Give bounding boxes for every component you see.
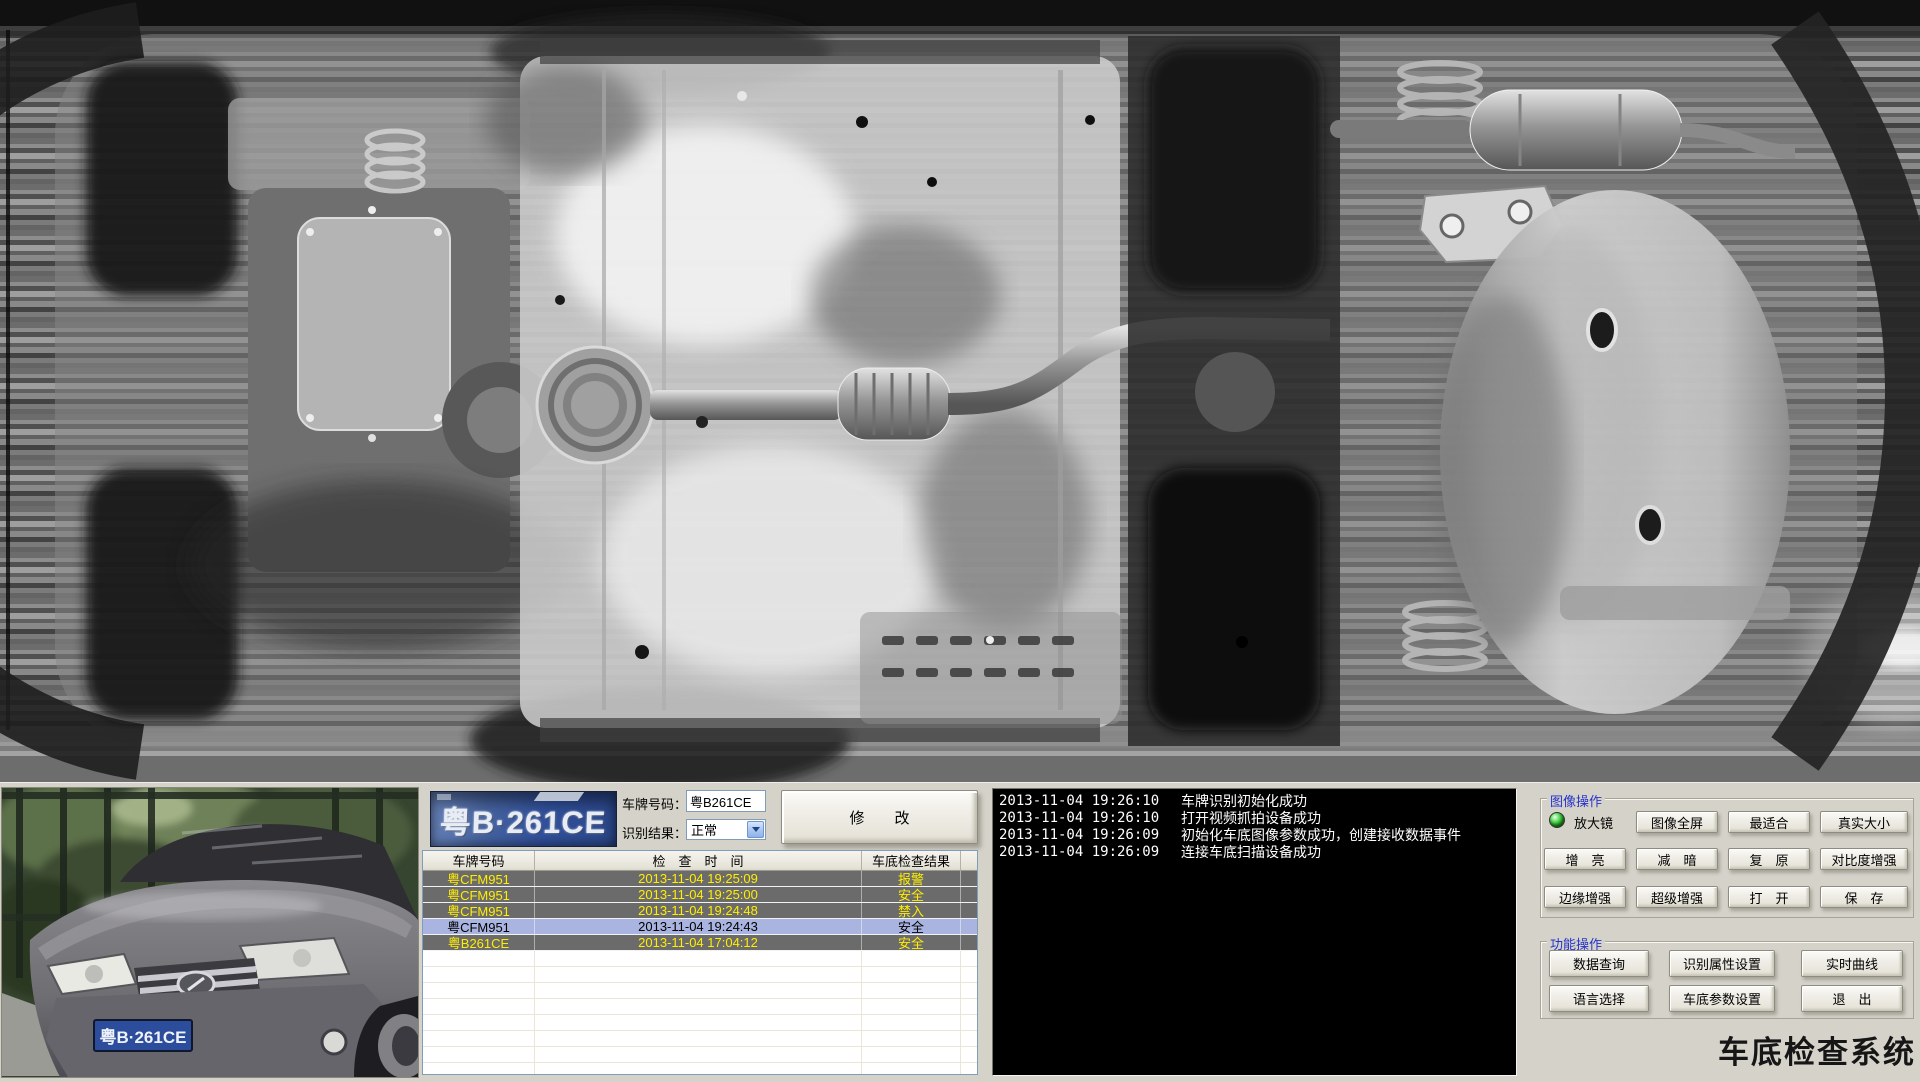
log-line: 2013-11-04 19:26:10 车牌识别初始化成功 — [999, 793, 1510, 810]
language-select-button[interactable]: 语言选择 — [1549, 985, 1649, 1012]
log-line: 2013-11-04 19:26:09 初始化车底图像参数成功，创建接收数据事件 — [999, 827, 1510, 844]
super-enhance-button[interactable]: 超级增强 — [1636, 886, 1718, 908]
plate-crop-text: 粤B·261CE — [439, 804, 608, 840]
open-button[interactable]: 打 开 — [1728, 886, 1810, 908]
table-row[interactable]: 粤CFM951 2013-11-04 19:25:00 安全 — [423, 887, 977, 903]
scan-graphic — [0, 0, 1920, 782]
vehicle-photo-graphic: 粤B·261CE — [0, 778, 430, 1078]
cell-extra — [961, 935, 977, 950]
photo-plate-text: 粤B·261CE — [100, 1027, 187, 1047]
image-operations-group: 图像操作 放大镜 图像全屏 最适合 真实大小 增 亮 减 暗 复 原 对比度增强… — [1540, 791, 1914, 918]
cell-result: 安全 — [862, 935, 961, 950]
edge-enhance-button[interactable]: 边缘增强 — [1544, 886, 1626, 908]
bottom-control-panel: 粤B·261CE 粤B·261CE 车牌号码： 识别结果： 正常 修 改 车牌号… — [0, 778, 1920, 1080]
cell-plate: 粤B261CE — [423, 935, 535, 950]
cell-plate: 粤CFM951 — [423, 919, 535, 934]
log-message: 初始化车底图像参数成功，创建接收数据事件 — [1181, 827, 1461, 843]
system-title: 车底检查系统 — [1718, 1035, 1916, 1070]
realtime-curve-button[interactable]: 实时曲线 — [1801, 950, 1903, 977]
cell-extra — [961, 887, 977, 902]
magnifier-led-icon[interactable] — [1549, 812, 1565, 828]
brighten-button[interactable]: 增 亮 — [1544, 848, 1626, 870]
col-header-time: 检 查 时 间 — [535, 851, 862, 871]
cell-result: 报警 — [862, 871, 961, 886]
undercarriage-inspection-app: 粤B·261CE 粤B·261CE 车牌号码： 识别结果： 正常 修 改 车牌号… — [0, 0, 1920, 1080]
system-log-console[interactable]: 2013-11-04 19:26:10 车牌识别初始化成功 2013-11-04… — [992, 788, 1517, 1076]
cell-result: 安全 — [862, 887, 961, 902]
recognition-settings-button[interactable]: 识别属性设置 — [1669, 950, 1775, 977]
table-row-selected[interactable]: 粤CFM951 2013-11-04 19:24:43 安全 — [423, 919, 977, 935]
actual-size-button[interactable]: 真实大小 — [1820, 811, 1908, 833]
log-time: 2013-11-04 19:26:10 — [999, 793, 1160, 809]
modify-button[interactable]: 修 改 — [781, 790, 978, 844]
save-button[interactable]: 保 存 — [1820, 886, 1908, 908]
log-time: 2013-11-04 19:26:10 — [999, 810, 1160, 826]
col-header-extra — [961, 851, 977, 871]
chassis-params-button[interactable]: 车底参数设置 — [1669, 985, 1775, 1012]
table-row[interactable]: 粤CFM951 2013-11-04 19:24:48 禁入 — [423, 903, 977, 919]
cell-time: 2013-11-04 19:24:43 — [535, 919, 862, 934]
image-operations-label: 图像操作 — [1547, 791, 1606, 810]
cell-time: 2013-11-04 19:25:00 — [535, 887, 862, 902]
cell-time: 2013-11-04 19:25:09 — [535, 871, 862, 886]
recognition-result-label: 识别结果： — [622, 826, 688, 841]
darken-button[interactable]: 减 暗 — [1636, 848, 1718, 870]
col-header-result: 车底检查结果 — [862, 851, 961, 871]
log-time: 2013-11-04 19:26:09 — [999, 827, 1160, 843]
function-operations-group: 功能操作 数据查询 识别属性设置 实时曲线 语言选择 车底参数设置 退 出 — [1540, 934, 1914, 1019]
cell-result: 禁入 — [862, 903, 961, 918]
exit-button[interactable]: 退 出 — [1801, 985, 1903, 1012]
dropdown-arrow-icon[interactable] — [747, 821, 764, 838]
table-row[interactable]: 粤B261CE 2013-11-04 17:04:12 安全 — [423, 935, 977, 951]
recognition-result-select[interactable]: 正常 — [686, 819, 766, 840]
table-empty-area — [423, 951, 977, 1074]
log-line: 2013-11-04 19:26:10 打开视频抓拍设备成功 — [999, 810, 1510, 827]
plate-number-input[interactable] — [686, 790, 766, 812]
image-fullscreen-button[interactable]: 图像全屏 — [1636, 811, 1718, 833]
data-query-button[interactable]: 数据查询 — [1549, 950, 1649, 977]
best-fit-button[interactable]: 最适合 — [1728, 811, 1810, 833]
cell-result: 安全 — [862, 919, 961, 934]
cell-plate: 粤CFM951 — [423, 887, 535, 902]
plate-number-label: 车牌号码： — [622, 797, 688, 812]
table-row[interactable]: 粤CFM951 2013-11-04 19:25:09 报警 — [423, 871, 977, 887]
log-message: 连接车底扫描设备成功 — [1181, 844, 1321, 860]
undercarriage-scan-image[interactable] — [0, 0, 1920, 782]
log-time: 2013-11-04 19:26:09 — [999, 844, 1160, 860]
cell-extra — [961, 919, 977, 934]
vehicle-capture-photo: 粤B·261CE — [0, 778, 430, 1078]
cell-time: 2013-11-04 17:04:12 — [535, 935, 862, 950]
table-header-row: 车牌号码 检 查 时 间 车底检查结果 — [423, 851, 977, 871]
log-message: 车牌识别初始化成功 — [1181, 793, 1307, 809]
recognition-result-value: 正常 — [691, 823, 718, 838]
magnifier-label: 放大镜 — [1574, 816, 1614, 831]
cell-extra — [961, 871, 977, 886]
plate-crop-image: 粤B·261CE — [430, 791, 617, 847]
log-line: 2013-11-04 19:26:09 连接车底扫描设备成功 — [999, 844, 1510, 861]
restore-button[interactable]: 复 原 — [1728, 848, 1810, 870]
cell-plate: 粤CFM951 — [423, 903, 535, 918]
cell-time: 2013-11-04 19:24:48 — [535, 903, 862, 918]
inspection-history-table[interactable]: 车牌号码 检 查 时 间 车底检查结果 粤CFM951 2013-11-04 1… — [422, 850, 978, 1075]
cell-extra — [961, 903, 977, 918]
col-header-plate: 车牌号码 — [423, 851, 535, 871]
cell-plate: 粤CFM951 — [423, 871, 535, 886]
contrast-enhance-button[interactable]: 对比度增强 — [1820, 848, 1908, 870]
log-message: 打开视频抓拍设备成功 — [1181, 810, 1321, 826]
